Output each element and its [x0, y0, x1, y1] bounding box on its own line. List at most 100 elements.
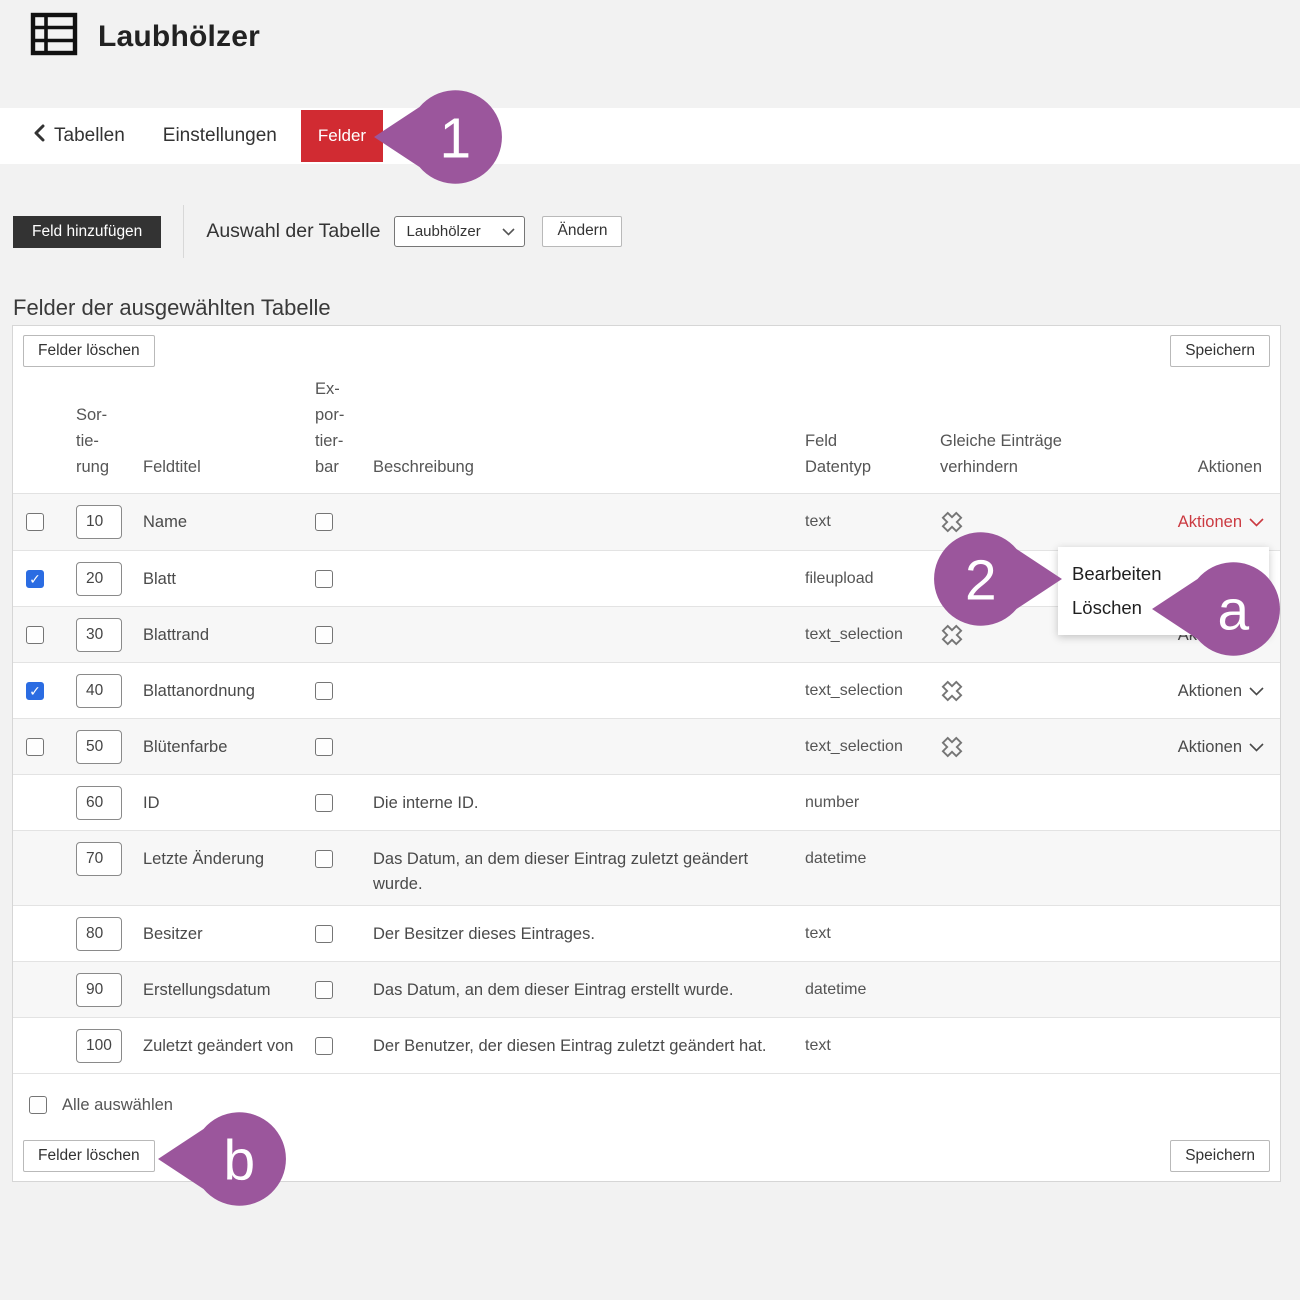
cell-actions [1175, 1029, 1264, 1034]
field-title: Blattanordnung [143, 674, 315, 703]
actions-link[interactable]: Aktionen [1178, 679, 1264, 703]
field-datatype: text_selection [805, 674, 940, 703]
field-description [373, 674, 805, 679]
table-select-value: Laubhölzer [406, 223, 480, 240]
sort-input[interactable]: 70 [76, 842, 122, 876]
page-title: Laubhölzer [98, 20, 260, 54]
nav-back-label: Tabellen [54, 125, 125, 147]
cell-sort: 40 [76, 674, 143, 708]
cell-select [26, 505, 76, 536]
cell-sort: 10 [76, 505, 143, 539]
field-datatype: text_selection [805, 730, 940, 759]
cell-sort: 90 [76, 973, 143, 1007]
actions-link[interactable]: Aktionen [1178, 735, 1264, 759]
table-header-row: Sor- tie- rung Feldtitel Ex- por- tier- … [13, 326, 1280, 494]
change-button[interactable]: Ändern [542, 216, 622, 247]
select-all-checkbox[interactable] [29, 1096, 47, 1114]
export-checkbox[interactable] [315, 794, 333, 812]
actions-link[interactable]: Aktionen [1178, 510, 1264, 534]
field-description: Das Datum, an dem dieser Eintrag zuletzt… [373, 842, 805, 897]
toolbar-divider [183, 205, 184, 258]
cell-sort: 50 [76, 730, 143, 764]
cell-export [315, 917, 373, 948]
prevent-duplicates-icon[interactable] [940, 679, 1175, 703]
export-checkbox[interactable] [315, 925, 333, 943]
section-title: Felder der ausgewählten Tabelle [13, 295, 331, 321]
callout-2: 2 [930, 526, 1064, 632]
toolbar: Feld hinzufügen Auswahl der Tabelle Laub… [13, 205, 622, 258]
cell-export [315, 1029, 373, 1060]
field-description: Die interne ID. [373, 786, 805, 816]
cell-select [26, 618, 76, 649]
cell-select [26, 842, 76, 850]
sort-input[interactable]: 10 [76, 505, 122, 539]
export-checkbox[interactable] [315, 682, 333, 700]
save-button-bottom[interactable]: Speichern [1170, 1140, 1270, 1172]
cell-select: ✓ [26, 562, 76, 589]
delete-fields-button-bottom[interactable]: Felder löschen [23, 1140, 155, 1172]
cell-actions [1175, 917, 1264, 922]
field-title: ID [143, 786, 315, 815]
table-row: 70 Letzte Änderung Das Datum, an dem diese… [13, 830, 1280, 905]
sort-input[interactable]: 20 [76, 562, 122, 596]
row-select-checkbox[interactable]: ✓ [26, 682, 44, 700]
cell-sort: 60 [76, 786, 143, 820]
prevent-duplicates-icon[interactable] [940, 735, 1175, 759]
nav-back-tables[interactable]: Tabellen [33, 124, 125, 148]
row-select-checkbox[interactable] [26, 626, 44, 644]
save-button-top[interactable]: Speichern [1170, 335, 1270, 367]
field-description [373, 562, 805, 567]
cell-prevent-duplicates [940, 1029, 1175, 1034]
add-field-button[interactable]: Feld hinzufügen [13, 216, 161, 248]
sort-input[interactable]: 90 [76, 973, 122, 1007]
sort-input[interactable]: 100 [76, 1029, 122, 1063]
export-checkbox[interactable] [315, 738, 333, 756]
field-description [373, 730, 805, 735]
row-select-checkbox[interactable]: ✓ [26, 570, 44, 588]
tab-einstellungen[interactable]: Einstellungen [163, 125, 277, 147]
cell-export [315, 786, 373, 817]
sort-input[interactable]: 80 [76, 917, 122, 951]
cell-select: ✓ [26, 674, 76, 701]
cell-actions: Aktionen [1175, 674, 1264, 703]
row-select-checkbox[interactable] [26, 513, 44, 531]
sort-input[interactable]: 60 [76, 786, 122, 820]
cell-actions [1175, 786, 1264, 791]
page-header: Laubhölzer [30, 12, 260, 61]
cell-select [26, 917, 76, 925]
cell-export [315, 730, 373, 761]
col-verhindern: Gleiche Einträge verhindern [940, 428, 1175, 493]
sort-input[interactable]: 40 [76, 674, 122, 708]
export-checkbox[interactable] [315, 570, 333, 588]
cell-prevent-duplicates [940, 973, 1175, 978]
delete-fields-button-top[interactable]: Felder löschen [23, 335, 155, 367]
field-title: Letzte Änderung [143, 842, 315, 871]
sort-input[interactable]: 30 [76, 618, 122, 652]
row-select-checkbox[interactable] [26, 738, 44, 756]
export-checkbox[interactable] [315, 513, 333, 531]
field-datatype: fileupload [805, 562, 940, 591]
cell-export [315, 562, 373, 593]
export-checkbox[interactable] [315, 1037, 333, 1055]
chevron-left-icon [33, 124, 45, 148]
export-checkbox[interactable] [315, 850, 333, 868]
cell-export [315, 618, 373, 649]
fields-panel: Felder löschen Speichern Sor- tie- rung … [12, 325, 1281, 1182]
tab-felder-active[interactable]: Felder [301, 110, 383, 162]
field-title: Blattrand [143, 618, 315, 647]
export-checkbox[interactable] [315, 626, 333, 644]
table-row: ✓ 40 Blattanordnung text_selection Aktionen [13, 662, 1280, 718]
sort-input[interactable]: 50 [76, 730, 122, 764]
cell-sort: 30 [76, 618, 143, 652]
table-row: 80BesitzerDer Besitzer dieses Eintrages.… [13, 905, 1280, 961]
field-title: Zuletzt geändert von [143, 1029, 315, 1058]
cell-actions: Aktionen [1175, 505, 1264, 534]
chevron-down-icon [1249, 735, 1264, 759]
chevron-down-icon [502, 223, 515, 240]
callout-b: b [156, 1106, 290, 1212]
table-select[interactable]: Laubhölzer [394, 216, 525, 247]
cell-export [315, 842, 373, 873]
col-feldtitel: Feldtitel [143, 454, 315, 493]
cell-actions [1175, 973, 1264, 978]
export-checkbox[interactable] [315, 981, 333, 999]
